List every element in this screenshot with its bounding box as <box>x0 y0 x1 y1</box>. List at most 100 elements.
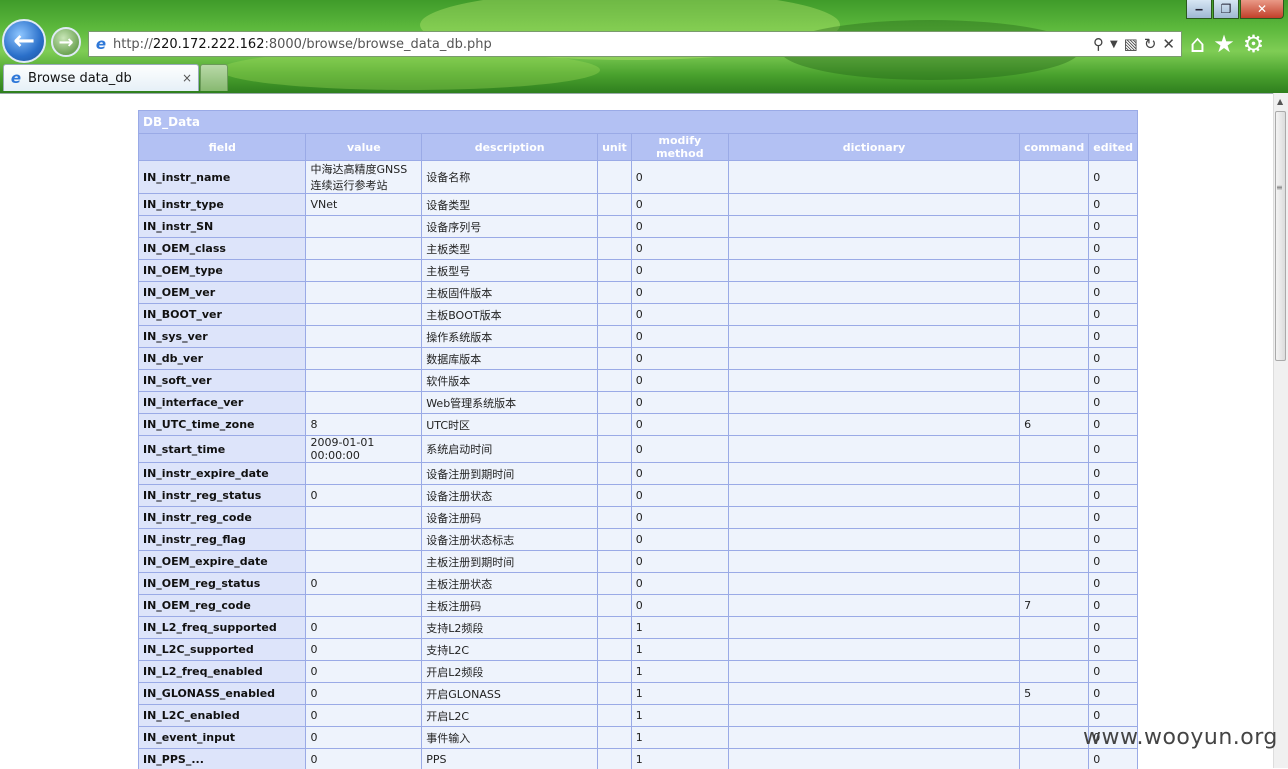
table-cell <box>728 595 1019 617</box>
new-tab-button[interactable] <box>200 64 228 91</box>
table-cell: 0 <box>1089 749 1138 769</box>
table-cell <box>1020 705 1089 727</box>
field-name-cell: IN_OEM_expire_date <box>139 551 306 573</box>
table-cell <box>598 282 632 304</box>
field-name-cell: IN_L2C_supported <box>139 639 306 661</box>
table-cell <box>728 392 1019 414</box>
tab-close-button[interactable]: × <box>182 71 192 85</box>
table-cell: 主板BOOT版本 <box>422 304 598 326</box>
table-cell: 0 <box>1089 326 1138 348</box>
watermark: www.wooyun.org <box>1083 725 1278 750</box>
forward-button[interactable]: → <box>51 27 81 57</box>
toolbar-icons: ⌂ ★ ⚙ <box>1190 30 1264 58</box>
table-cell: 0 <box>306 683 422 705</box>
close-window-button[interactable]: ✕ <box>1240 0 1284 19</box>
back-button[interactable]: ← <box>2 19 46 63</box>
table-cell <box>1020 161 1089 194</box>
table-cell <box>306 260 422 282</box>
table-cell <box>728 348 1019 370</box>
table-cell <box>728 507 1019 529</box>
field-name-cell: IN_instr_SN <box>139 216 306 238</box>
table-cell <box>598 507 632 529</box>
scrollbar-thumb[interactable] <box>1275 111 1286 361</box>
table-cell <box>598 683 632 705</box>
home-icon[interactable]: ⌂ <box>1190 30 1205 58</box>
field-name-cell: IN_OEM_reg_code <box>139 595 306 617</box>
table-caption: DB_Data <box>139 111 1138 134</box>
table-cell <box>598 485 632 507</box>
table-cell <box>598 161 632 194</box>
table-row: IN_OEM_reg_status0主板注册状态00 <box>139 573 1138 595</box>
table-cell: 事件输入 <box>422 727 598 749</box>
table-cell <box>728 639 1019 661</box>
table-cell: 0 <box>306 749 422 769</box>
table-cell: 0 <box>631 414 728 436</box>
ie-tab-icon: e <box>8 70 24 86</box>
table-cell <box>306 370 422 392</box>
table-cell <box>1020 485 1089 507</box>
table-row: IN_instr_name中海达高精度GNSS连续运行参考站设备名称00 <box>139 161 1138 194</box>
table-row: IN_OEM_reg_code主板注册码070 <box>139 595 1138 617</box>
table-cell: 0 <box>631 551 728 573</box>
table-cell: 5 <box>1020 683 1089 705</box>
table-cell <box>1020 436 1089 463</box>
table-cell <box>598 551 632 573</box>
table-cell <box>1020 749 1089 769</box>
table-row: IN_instr_reg_status0设备注册状态00 <box>139 485 1138 507</box>
table-row: IN_soft_ver软件版本00 <box>139 370 1138 392</box>
vertical-scrollbar[interactable]: ▲ ≡ <box>1273 93 1288 768</box>
favorites-star-icon[interactable]: ★ <box>1213 30 1235 58</box>
gear-icon[interactable]: ⚙ <box>1243 30 1265 58</box>
stop-icon[interactable]: ✕ <box>1162 35 1175 53</box>
scroll-up-arrow-icon[interactable]: ▲ <box>1277 97 1283 106</box>
table-row: IN_L2C_supported0支持L2C10 <box>139 639 1138 661</box>
search-icon[interactable]: ⚲ <box>1093 35 1104 53</box>
table-cell <box>598 436 632 463</box>
table-cell <box>1020 194 1089 216</box>
table-cell: 0 <box>631 282 728 304</box>
table-cell: 主板注册码 <box>422 595 598 617</box>
table-cell: 0 <box>1089 348 1138 370</box>
url-text[interactable]: http://220.172.222.162:8000/browse/brows… <box>113 37 492 52</box>
field-name-cell: IN_instr_expire_date <box>139 463 306 485</box>
table-cell <box>598 749 632 769</box>
table-cell <box>306 282 422 304</box>
tab-title: Browse data_db <box>28 71 132 86</box>
table-row: IN_L2C_enabled0开启L2C10 <box>139 705 1138 727</box>
field-name-cell: IN_OEM_type <box>139 260 306 282</box>
table-cell <box>728 727 1019 749</box>
table-cell <box>728 749 1019 769</box>
browser-chrome: ‒ ❐ ✕ ← → e http://220.172.222.162:8000/… <box>0 0 1288 93</box>
compatibility-view-icon[interactable]: ▧ <box>1124 35 1138 53</box>
table-cell: 0 <box>306 639 422 661</box>
table-cell <box>306 507 422 529</box>
tab-browse-data-db[interactable]: e Browse data_db × <box>3 64 199 91</box>
table-cell <box>1020 507 1089 529</box>
field-name-cell: IN_start_time <box>139 436 306 463</box>
field-name-cell: IN_sys_ver <box>139 326 306 348</box>
refresh-icon[interactable]: ↻ <box>1144 35 1157 53</box>
table-cell: 0 <box>1089 436 1138 463</box>
table-cell: 0 <box>631 392 728 414</box>
dropdown-chevron-icon[interactable]: ▼ <box>1110 39 1118 50</box>
table-cell <box>306 463 422 485</box>
table-cell: 7 <box>1020 595 1089 617</box>
table-cell: 0 <box>631 304 728 326</box>
address-bar[interactable]: e http://220.172.222.162:8000/browse/bro… <box>88 31 1182 57</box>
table-cell <box>1020 348 1089 370</box>
table-cell: 0 <box>631 238 728 260</box>
column-header: modify method <box>631 134 728 161</box>
table-cell <box>728 326 1019 348</box>
maximize-button[interactable]: ❐ <box>1213 0 1239 19</box>
table-cell <box>728 304 1019 326</box>
table-cell: 0 <box>1089 617 1138 639</box>
minimize-button[interactable]: ‒ <box>1186 0 1212 19</box>
table-row: IN_instr_reg_code设备注册码00 <box>139 507 1138 529</box>
table-cell <box>598 595 632 617</box>
table-row: IN_OEM_ver主板固件版本00 <box>139 282 1138 304</box>
table-cell <box>728 529 1019 551</box>
table-cell <box>728 282 1019 304</box>
table-cell: 0 <box>1089 507 1138 529</box>
table-cell <box>1020 639 1089 661</box>
table-cell <box>1020 727 1089 749</box>
